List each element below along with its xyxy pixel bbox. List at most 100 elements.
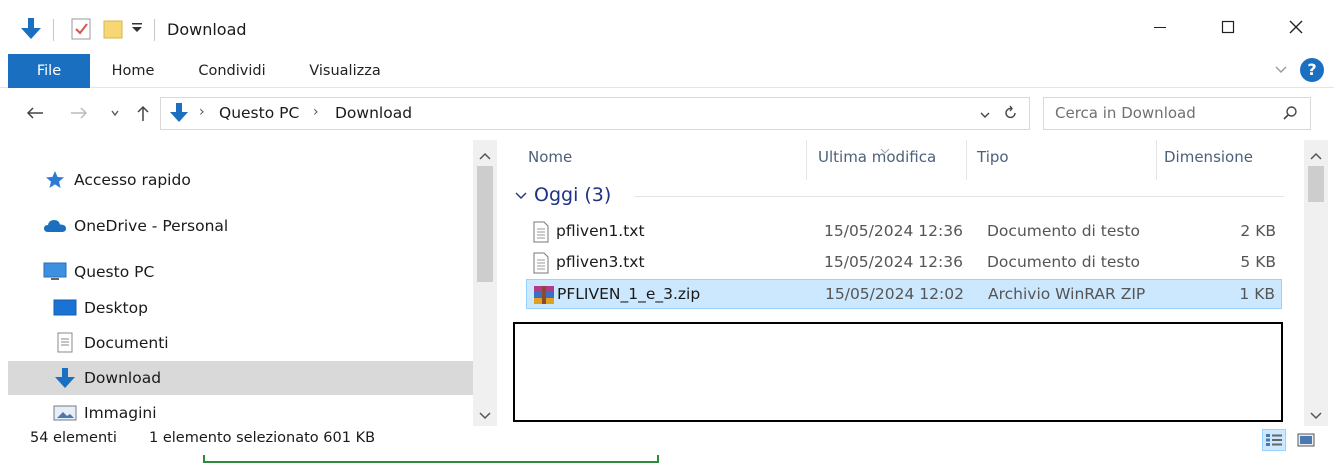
scroll-up-arrow-icon[interactable] [1310, 146, 1322, 164]
address-row: › Questo PC › Download Cerca in Download [0, 88, 1334, 140]
file-name: pfliven3.txt [556, 253, 645, 271]
nav-item-desktop[interactable]: Desktop [52, 294, 148, 322]
file-type: Documento di testo [987, 253, 1141, 271]
expand-ribbon-chevron-icon[interactable] [1274, 62, 1288, 80]
nav-item-documenti[interactable]: Documenti [52, 329, 169, 357]
scroll-up-arrow-icon[interactable] [479, 146, 491, 164]
search-icon[interactable] [1282, 105, 1298, 125]
nav-item-onedrive[interactable]: OneDrive - Personal [42, 212, 228, 240]
refresh-icon[interactable] [1003, 105, 1019, 125]
minimize-button[interactable] [1126, 0, 1194, 54]
desktop-folder-icon [52, 297, 78, 319]
tab-home[interactable]: Home [98, 54, 168, 88]
file-date: 15/05/2024 12:36 [824, 253, 963, 271]
customize-toolbar-chevron-icon[interactable] [130, 20, 144, 40]
documents-folder-icon [52, 332, 78, 354]
breadcrumb-separator-icon[interactable]: › [199, 104, 205, 120]
status-bar: 54 elementi 1 elemento selezionato 601 K… [0, 426, 1334, 454]
column-separator[interactable] [966, 140, 967, 180]
column-header-size[interactable]: Dimensione [1164, 148, 1253, 166]
download-arrow-icon [169, 102, 189, 128]
nav-item-label: Documenti [84, 334, 169, 352]
close-button[interactable] [1262, 0, 1330, 54]
file-type: Archivio WinRAR ZIP [988, 285, 1146, 303]
address-history-chevron-icon[interactable] [979, 107, 991, 125]
search-placeholder: Cerca in Download [1055, 104, 1196, 122]
file-name: PFLIVEN_1_e_3.zip [557, 285, 701, 303]
file-size: 5 KB [1240, 253, 1276, 271]
nav-scrollbar[interactable] [473, 140, 497, 426]
column-separator[interactable] [806, 140, 807, 180]
maximize-button[interactable] [1194, 0, 1262, 54]
nav-item-download[interactable]: Download [52, 364, 161, 392]
tab-visualizza[interactable]: Visualizza [298, 54, 392, 88]
breadcrumb-questo-pc[interactable]: Questo PC [219, 104, 299, 122]
breadcrumb-separator-icon[interactable]: › [313, 104, 319, 120]
nav-item-label: Desktop [84, 299, 148, 317]
file-name: pfliven1.txt [556, 222, 645, 240]
nav-item-accesso-rapido[interactable]: Accesso rapido [42, 166, 191, 194]
separator [154, 19, 155, 41]
file-size: 1 KB [1239, 285, 1275, 303]
file-list-scrollbar[interactable] [1304, 140, 1328, 426]
file-explorer-window: Download File Home Condividi Visualizza … [0, 0, 1334, 465]
collapse-chevron-icon[interactable] [514, 184, 528, 206]
help-icon[interactable]: ? [1300, 58, 1324, 82]
green-underline-annotation [203, 455, 659, 463]
table-row[interactable]: pfliven3.txt 15/05/2024 12:36 Documento … [526, 248, 1282, 278]
nav-item-label: Accesso rapido [74, 171, 191, 189]
recent-locations-chevron-icon[interactable] [104, 102, 126, 124]
tab-file[interactable]: File [8, 54, 90, 88]
download-arrow-icon[interactable] [20, 17, 42, 45]
group-header-label: Oggi (3) [534, 184, 612, 206]
file-type: Documento di testo [987, 222, 1141, 240]
scroll-down-arrow-icon[interactable] [1310, 406, 1322, 424]
column-header-type[interactable]: Tipo [977, 148, 1009, 166]
scroll-down-arrow-icon[interactable] [479, 406, 491, 424]
forward-arrow-icon[interactable] [68, 102, 90, 124]
star-icon [42, 169, 68, 191]
breadcrumb-download[interactable]: Download [335, 104, 412, 122]
nav-item-label: OneDrive - Personal [74, 217, 229, 235]
text-file-icon [532, 221, 552, 243]
navigation-pane: Accesso rapido OneDrive - Personal Quest… [0, 140, 497, 426]
download-folder-icon [52, 367, 78, 389]
file-date: 15/05/2024 12:36 [824, 222, 963, 240]
window-title: Download [167, 20, 247, 39]
table-row-selected[interactable]: PFLIVEN_1_e_3.zip 15/05/2024 12:02 Archi… [526, 279, 1282, 309]
text-file-icon [532, 252, 552, 274]
group-header-oggi[interactable]: Oggi (3) [514, 180, 611, 210]
status-selection: 1 elemento selezionato 601 KB [149, 430, 376, 446]
cloud-icon [42, 215, 68, 237]
table-row[interactable]: pfliven1.txt 15/05/2024 12:36 Documento … [526, 217, 1282, 247]
nav-item-label: Immagini [84, 404, 157, 422]
column-header-name[interactable]: Nome [528, 148, 572, 166]
new-folder-icon[interactable] [102, 17, 124, 45]
tab-condividi[interactable]: Condividi [188, 54, 276, 88]
winrar-archive-icon [533, 284, 554, 306]
nav-item-label: Questo PC [74, 263, 155, 281]
file-list-scroll-thumb[interactable] [1308, 166, 1324, 202]
file-date: 15/05/2024 12:02 [825, 285, 964, 303]
nav-item-questo-pc[interactable]: Questo PC [42, 258, 154, 286]
properties-icon[interactable] [70, 17, 92, 45]
back-arrow-icon[interactable] [24, 102, 46, 124]
search-input[interactable]: Cerca in Download [1043, 97, 1311, 130]
column-separator[interactable] [1156, 140, 1157, 180]
computer-icon [42, 261, 68, 283]
nav-scroll-thumb[interactable] [477, 166, 493, 282]
address-bar[interactable]: › Questo PC › Download [160, 97, 1030, 130]
nav-item-immagini[interactable]: Immagini [52, 399, 157, 427]
details-view-button[interactable] [1262, 429, 1286, 451]
group-divider [634, 196, 1284, 197]
separator [53, 19, 54, 41]
file-size: 2 KB [1240, 222, 1276, 240]
column-header-date[interactable]: Ultima modifica [818, 148, 936, 166]
redaction-box [513, 322, 1283, 422]
up-arrow-icon[interactable] [132, 102, 154, 124]
title-bar: Download [0, 0, 1334, 54]
large-icons-view-button[interactable] [1294, 429, 1318, 451]
nav-item-label: Download [84, 369, 162, 387]
status-item-count: 54 elementi [30, 430, 117, 446]
pictures-folder-icon [52, 402, 78, 424]
